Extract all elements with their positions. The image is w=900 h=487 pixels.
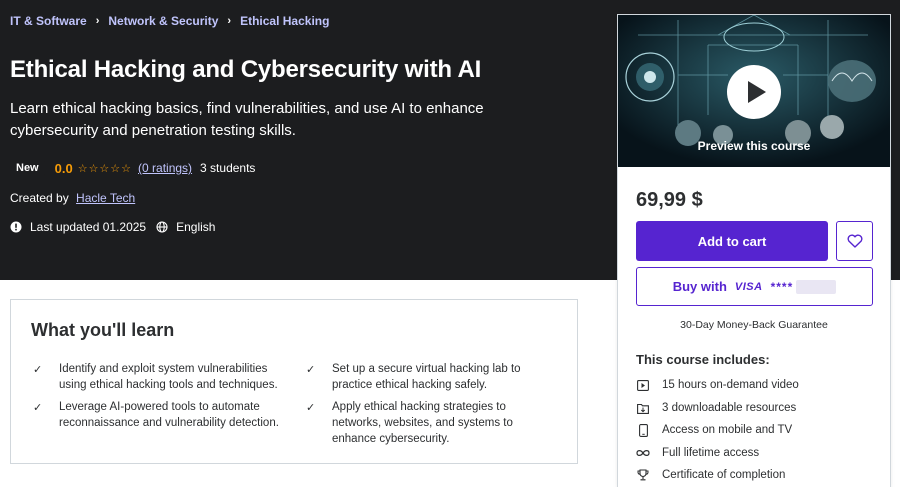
breadcrumb: IT & Software › Network & Security › Eth… (10, 14, 329, 28)
what-you-will-learn: What you'll learn ✓ Identify and exploit… (10, 299, 578, 464)
alert-badge-icon (10, 221, 22, 233)
new-badge: New (10, 159, 45, 177)
rating-value: 0.0 (54, 160, 73, 176)
play-icon (747, 81, 766, 103)
play-button[interactable] (727, 65, 781, 119)
check-icon: ✓ (306, 364, 316, 376)
breadcrumb-item-network-security[interactable]: Network & Security (108, 14, 218, 28)
page-title: Ethical Hacking and Cybersecurity with A… (10, 56, 482, 83)
learn-item-text: Set up a secure virtual hacking lab to p… (332, 363, 521, 391)
breadcrumb-item-ethical-hacking[interactable]: Ethical Hacking (240, 14, 329, 28)
include-text: 15 hours on-demand video (662, 379, 799, 391)
learn-title: What you'll learn (31, 320, 175, 340)
money-back-guarantee: 30-Day Money-Back Guarantee (680, 319, 828, 331)
include-item: 15 hours on-demand video (636, 378, 799, 392)
folder-icon (636, 401, 650, 415)
check-icon: ✓ (33, 364, 43, 376)
include-item: 3 downloadable resources (636, 401, 796, 415)
ratings-link[interactable]: (0 ratings) (138, 161, 192, 175)
heart-icon (847, 234, 862, 248)
check-icon: ✓ (306, 402, 316, 414)
include-text: Access on mobile and TV (662, 424, 793, 436)
instructor-link[interactable]: Hacle Tech (76, 191, 135, 205)
chevron-right-icon: › (227, 15, 232, 27)
preview-label[interactable]: Preview this course (618, 139, 890, 153)
student-count: 3 students (200, 161, 256, 175)
course-meta: Last updated 01.2025 English (10, 220, 215, 234)
purchase-sidebar: Preview this course 69,99 $ Add to cart … (617, 14, 891, 487)
learn-item: ✓ Identify and exploit system vulnerabil… (33, 361, 283, 393)
learn-item-text: Identify and exploit system vulnerabilit… (59, 363, 278, 391)
globe-icon (156, 221, 168, 233)
buy-with-card-button[interactable]: Buy with VISA **** (636, 267, 873, 306)
learn-item: ✓ Leverage AI-powered tools to automate … (33, 399, 283, 431)
card-number-mask: **** (770, 279, 794, 294)
include-item: Access on mobile and TV (636, 423, 792, 437)
course-language: English (176, 220, 216, 234)
mobile-icon (636, 423, 650, 437)
chevron-right-icon: › (95, 15, 100, 27)
star-rating-icon: ☆☆☆☆☆ (77, 162, 133, 175)
course-preview-video[interactable]: Preview this course (618, 15, 890, 167)
course-price: 69,99 $ (636, 189, 703, 211)
trophy-icon (636, 468, 650, 482)
created-by-label: Created by (10, 191, 69, 205)
include-item: Certificate of completion (636, 468, 785, 482)
wishlist-button[interactable] (836, 221, 873, 261)
infinity-icon (636, 446, 650, 460)
include-text: Full lifetime access (662, 447, 760, 459)
visa-icon: VISA (734, 280, 763, 293)
created-by: Created by Hacle Tech (10, 191, 135, 205)
add-to-cart-button[interactable]: Add to cart (636, 221, 828, 261)
video-icon (636, 378, 650, 392)
learn-item-text: Apply ethical hacking strategies to netw… (332, 401, 513, 445)
check-icon: ✓ (33, 402, 43, 414)
rating-row: New 0.0 ☆☆☆☆☆ (0 ratings) 3 students (10, 159, 255, 177)
include-item: Full lifetime access (636, 446, 759, 460)
breadcrumb-item-it-software[interactable]: IT & Software (10, 14, 87, 28)
include-text: 3 downloadable resources (662, 402, 797, 414)
include-text: Certificate of completion (662, 469, 786, 481)
course-subtitle: Learn ethical hacking basics, find vulne… (10, 100, 484, 139)
buy-with-label: Buy with (672, 279, 727, 294)
card-number-redacted (796, 279, 837, 294)
learn-item: ✓ Set up a secure virtual hacking lab to… (306, 361, 556, 393)
learn-item-text: Leverage AI-powered tools to automate re… (59, 401, 279, 429)
last-updated: Last updated 01.2025 (30, 220, 147, 234)
learn-item: ✓ Apply ethical hacking strategies to ne… (306, 399, 546, 447)
includes-title: This course includes: (636, 352, 770, 367)
